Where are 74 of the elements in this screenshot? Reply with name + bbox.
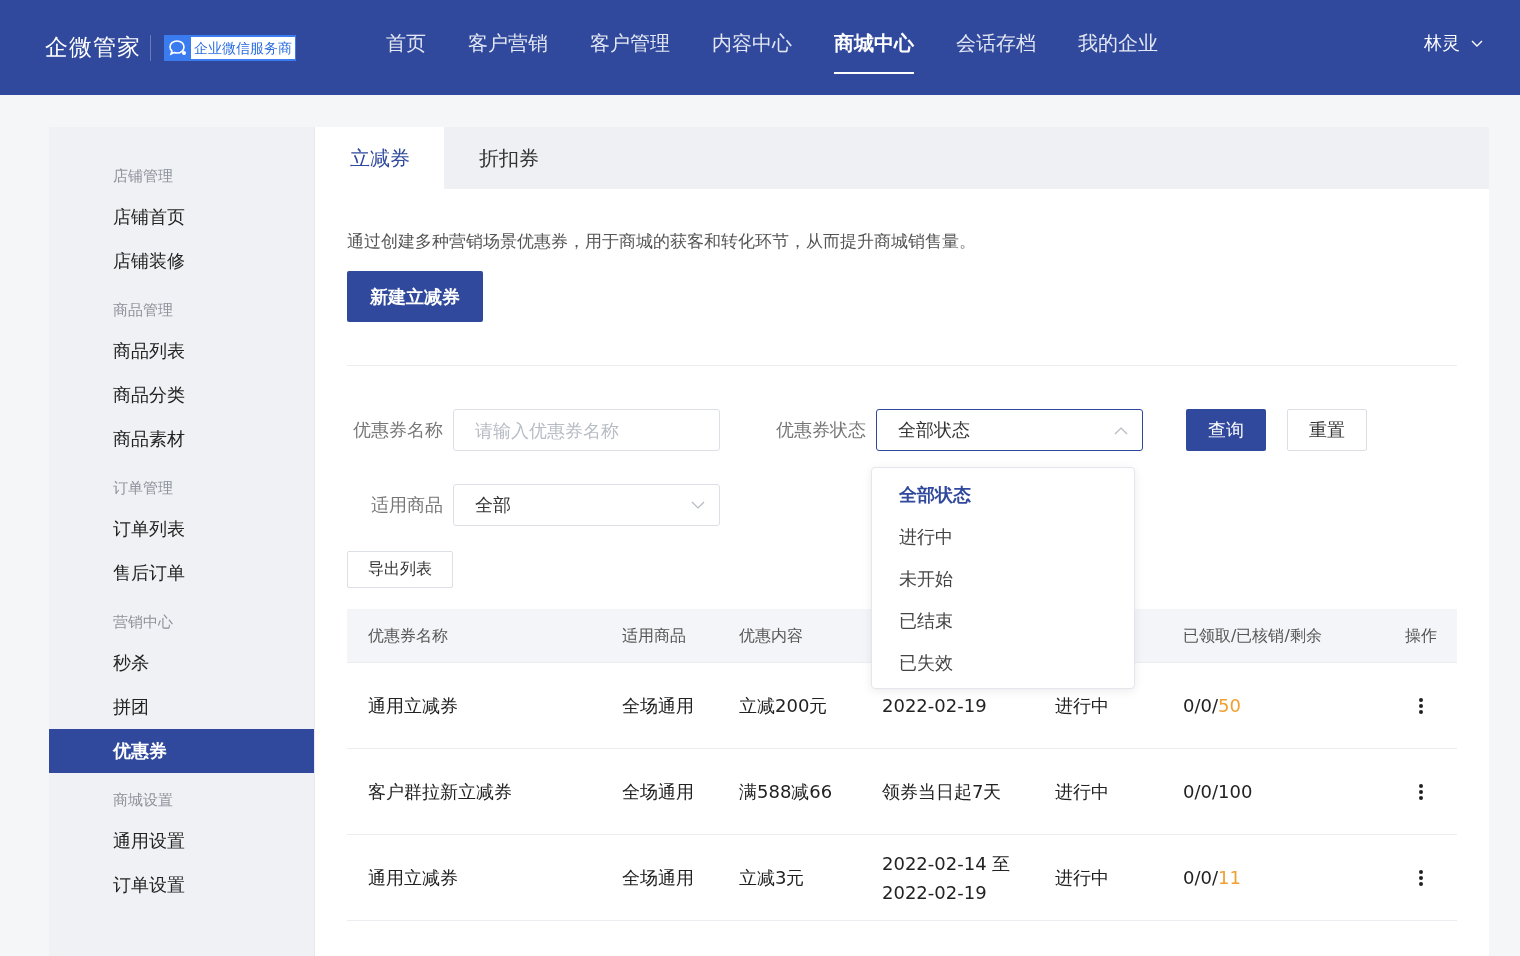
goods-select[interactable]: 全部 <box>453 484 720 526</box>
table-cell-text: 全场通用 <box>622 866 695 890</box>
dropdown-option[interactable]: 进行中 <box>872 516 1134 558</box>
chevron-down-icon <box>691 500 705 510</box>
sidebar-section-title: 商城设置 <box>112 790 174 811</box>
sidebar-item[interactable]: 店铺装修 <box>49 239 314 283</box>
chevron-up-icon <box>1114 425 1128 435</box>
sidebar-item[interactable]: 商品分类 <box>49 373 314 417</box>
column-header: 已领取/已核销/剩余 <box>1183 625 1323 647</box>
table-cell-text: 2022-02-19 <box>882 694 988 718</box>
sidebar-item[interactable]: 售后订单 <box>49 551 314 595</box>
nav-link[interactable]: 会话存档 <box>956 0 1036 74</box>
dropdown-option[interactable]: 已结束 <box>872 600 1134 642</box>
table-cell-text: 2022-02-14 至 2022-02-19 <box>882 851 1012 905</box>
sidebar-item[interactable]: 拼团 <box>49 685 314 729</box>
table-cell-text: 客户群拉新立减券 <box>367 780 513 804</box>
sidebar-section-title: 商品管理 <box>112 300 174 321</box>
sidebar-item[interactable]: 通用设置 <box>49 819 314 863</box>
nav-link[interactable]: 我的企业 <box>1078 0 1158 74</box>
table-cell-text: 立减200元 <box>739 694 829 718</box>
table-cell-text: 进行中 <box>1055 866 1110 890</box>
more-icon[interactable] <box>1418 868 1424 887</box>
table-cell-text: 进行中 <box>1055 780 1110 804</box>
sidebar-item[interactable]: 优惠券 <box>49 729 314 773</box>
brand-name: 企微管家 <box>45 33 141 62</box>
table-cell-text: 全场通用 <box>622 780 695 804</box>
table-cell-text: 0/0/50 <box>1183 694 1242 718</box>
status-select[interactable]: 全部状态 <box>876 409 1143 451</box>
table-cell-text: 进行中 <box>1055 694 1110 718</box>
create-coupon-button[interactable]: 新建立减券 <box>347 271 483 322</box>
nav-link[interactable]: 内容中心 <box>712 0 792 74</box>
table-cell-text: 立减3元 <box>739 866 806 890</box>
table-cell-text: 通用立减券 <box>367 866 459 890</box>
sidebar-section-title: 订单管理 <box>112 478 174 499</box>
query-button[interactable]: 查询 <box>1186 409 1266 451</box>
column-header: 操作 <box>1404 625 1438 647</box>
field-label: 适用商品 <box>370 493 443 517</box>
dropdown-option[interactable]: 已失效 <box>872 642 1134 684</box>
sidebar-item[interactable]: 订单设置 <box>49 863 314 907</box>
coupon-name-field[interactable]: 请输入优惠券名称 <box>453 409 720 451</box>
table-cell-text: 满588减66 <box>739 780 834 804</box>
sidebar-item[interactable]: 店铺首页 <box>49 195 314 239</box>
table-cell-text: 0/0/11 <box>1183 866 1242 890</box>
nav-link[interactable]: 商城中心 <box>834 0 914 74</box>
user-menu[interactable]: 林灵 <box>1424 30 1484 55</box>
sidebar-item[interactable]: 商品素材 <box>49 417 314 461</box>
badge-text: 企业微信服务商 <box>191 36 295 59</box>
tab[interactable]: 折扣券 <box>444 127 573 189</box>
description-text: 通过创建多种营销场景优惠券，用于商城的获客和转化环节，从而提升商城销售量。 <box>347 230 977 253</box>
table-cell-text: 领券当日起7天 <box>882 780 1003 804</box>
export-button[interactable]: 导出列表 <box>347 551 453 588</box>
sidebar-item[interactable]: 商品列表 <box>49 329 314 373</box>
table-cell-text: 0/0/100 <box>1183 780 1254 804</box>
nav-link[interactable]: 首页 <box>386 0 426 74</box>
sidebar-item[interactable]: 秒杀 <box>49 641 314 685</box>
nav-link[interactable]: 客户营销 <box>468 0 548 74</box>
tab[interactable]: 立减券 <box>315 127 444 189</box>
sidebar-section-title: 店铺管理 <box>112 166 174 187</box>
dropdown-option[interactable]: 未开始 <box>872 558 1134 600</box>
sidebar-section-title: 营销中心 <box>112 612 174 633</box>
reset-button[interactable]: 重置 <box>1287 409 1367 451</box>
nav-link[interactable]: 客户管理 <box>590 0 670 74</box>
column-header: 优惠内容 <box>739 625 804 647</box>
sidebar-item[interactable]: 订单列表 <box>49 507 314 551</box>
table-cell-text: 全场通用 <box>622 694 695 718</box>
column-header: 适用商品 <box>622 625 687 647</box>
dropdown-option[interactable]: 全部状态 <box>872 474 1134 516</box>
column-header: 优惠券名称 <box>367 625 449 647</box>
more-icon[interactable] <box>1418 782 1424 801</box>
chat-icon <box>168 38 188 57</box>
field-label: 优惠券名称 <box>352 418 443 442</box>
table-cell-text: 通用立减券 <box>367 694 459 718</box>
field-label: 优惠券状态 <box>775 418 866 442</box>
more-icon[interactable] <box>1418 696 1424 715</box>
